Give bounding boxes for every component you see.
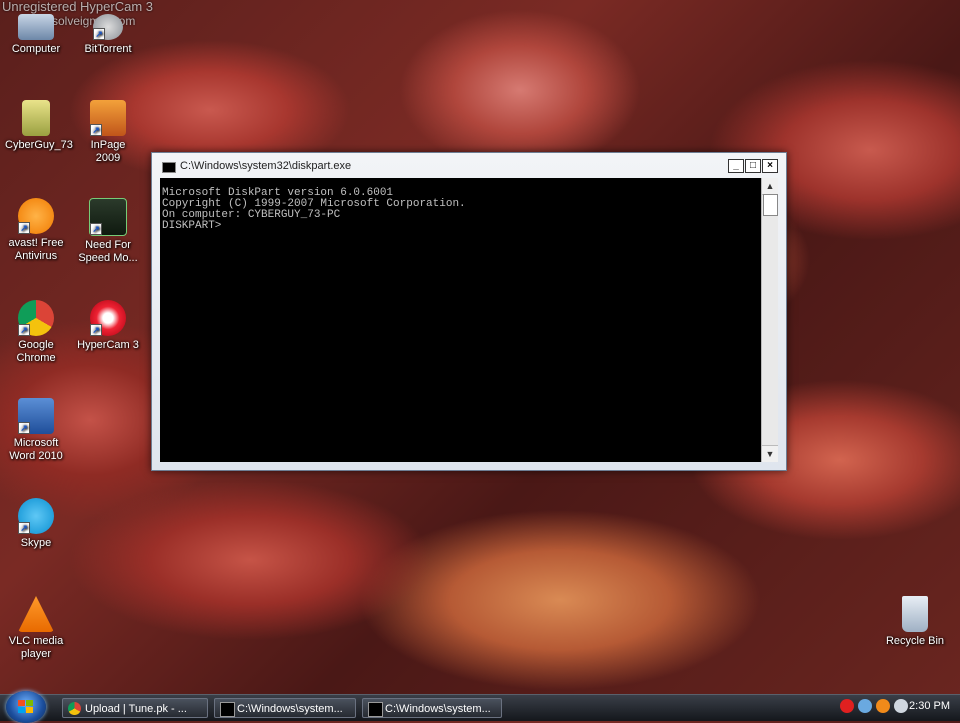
need-for-speed-icon: ↗ bbox=[89, 198, 127, 236]
inpage-icon: ↗ bbox=[90, 100, 126, 136]
desktop-icon-need-for-speed[interactable]: ↗ Need For Speed Mo... bbox=[77, 198, 139, 265]
folder-icon bbox=[22, 100, 50, 136]
bittorrent-icon: ↗ bbox=[93, 14, 123, 40]
close-button[interactable]: × bbox=[762, 159, 778, 173]
desktop-icon-vlc[interactable]: VLC media player bbox=[5, 596, 67, 661]
desktop-icon-computer[interactable]: Computer bbox=[5, 14, 67, 56]
recycle-bin-icon bbox=[902, 596, 928, 632]
taskbar-item-cmd-2[interactable]: C:\Windows\system... bbox=[362, 698, 502, 718]
console-output[interactable]: Microsoft DiskPart version 6.0.6001 Copyr… bbox=[160, 178, 761, 462]
desktop-icon-recycle-bin[interactable]: Recycle Bin bbox=[884, 596, 946, 648]
word-icon: ↗ bbox=[18, 398, 54, 434]
taskbar-item-browser[interactable]: Upload | Tune.pk - ... bbox=[62, 698, 208, 718]
maximize-button[interactable]: □ bbox=[745, 159, 761, 173]
diskpart-window[interactable]: C:\Windows\system32\diskpart.exe _ □ × M… bbox=[151, 152, 787, 471]
record-icon[interactable] bbox=[840, 699, 854, 713]
scroll-down-icon[interactable]: ▼ bbox=[762, 445, 778, 462]
start-button[interactable] bbox=[6, 691, 46, 723]
desktop-icon-google-chrome[interactable]: ↗ Google Chrome bbox=[5, 300, 67, 365]
window-titlebar[interactable]: C:\Windows\system32\diskpart.exe _ □ × bbox=[152, 153, 786, 177]
chrome-icon: ↗ bbox=[18, 300, 54, 336]
desktop-icon-bittorrent[interactable]: ↗ BitTorrent bbox=[77, 14, 139, 56]
desktop-icon-inpage[interactable]: ↗ InPage 2009 bbox=[77, 100, 139, 165]
antivirus-icon[interactable] bbox=[876, 699, 890, 713]
desktop-icon-avast[interactable]: ↗ avast! Free Antivirus bbox=[5, 198, 67, 263]
scroll-thumb[interactable] bbox=[763, 194, 778, 216]
avast-icon: ↗ bbox=[18, 198, 54, 234]
console-prompt: DISKPART> bbox=[162, 220, 229, 232]
clock[interactable]: 2:30 PM bbox=[909, 700, 950, 712]
windows-logo-icon bbox=[18, 700, 34, 714]
chrome-icon bbox=[68, 702, 81, 715]
taskbar: Upload | Tune.pk - ... C:\Windows\system… bbox=[0, 691, 960, 723]
console-app-icon bbox=[220, 702, 235, 717]
desktop-icon-hypercam[interactable]: ↗ HyperCam 3 bbox=[77, 300, 139, 352]
console-line: On computer: CYBERGUY_73-PC bbox=[162, 209, 341, 221]
network-icon[interactable] bbox=[858, 699, 872, 713]
hypercam-icon: ↗ bbox=[90, 300, 126, 336]
vlc-icon bbox=[18, 596, 54, 632]
desktop-icon-skype[interactable]: ↗ Skype bbox=[5, 498, 67, 550]
console-app-icon bbox=[162, 162, 176, 173]
desktop-icon-cyberguy-folder[interactable]: CyberGuy_73 bbox=[5, 100, 73, 152]
desktop-icon-word[interactable]: ↗ Microsoft Word 2010 bbox=[5, 398, 67, 463]
vertical-scrollbar[interactable]: ▲ ▼ bbox=[761, 178, 778, 462]
window-title: C:\Windows\system32\diskpart.exe bbox=[180, 160, 352, 172]
minimize-button[interactable]: _ bbox=[728, 159, 744, 173]
system-tray[interactable] bbox=[840, 699, 908, 713]
scroll-up-icon[interactable]: ▲ bbox=[762, 178, 778, 195]
computer-icon bbox=[18, 14, 54, 40]
console-app-icon bbox=[368, 702, 383, 717]
skype-icon: ↗ bbox=[18, 498, 54, 534]
volume-icon[interactable] bbox=[894, 699, 908, 713]
taskbar-item-cmd-1[interactable]: C:\Windows\system... bbox=[214, 698, 356, 718]
